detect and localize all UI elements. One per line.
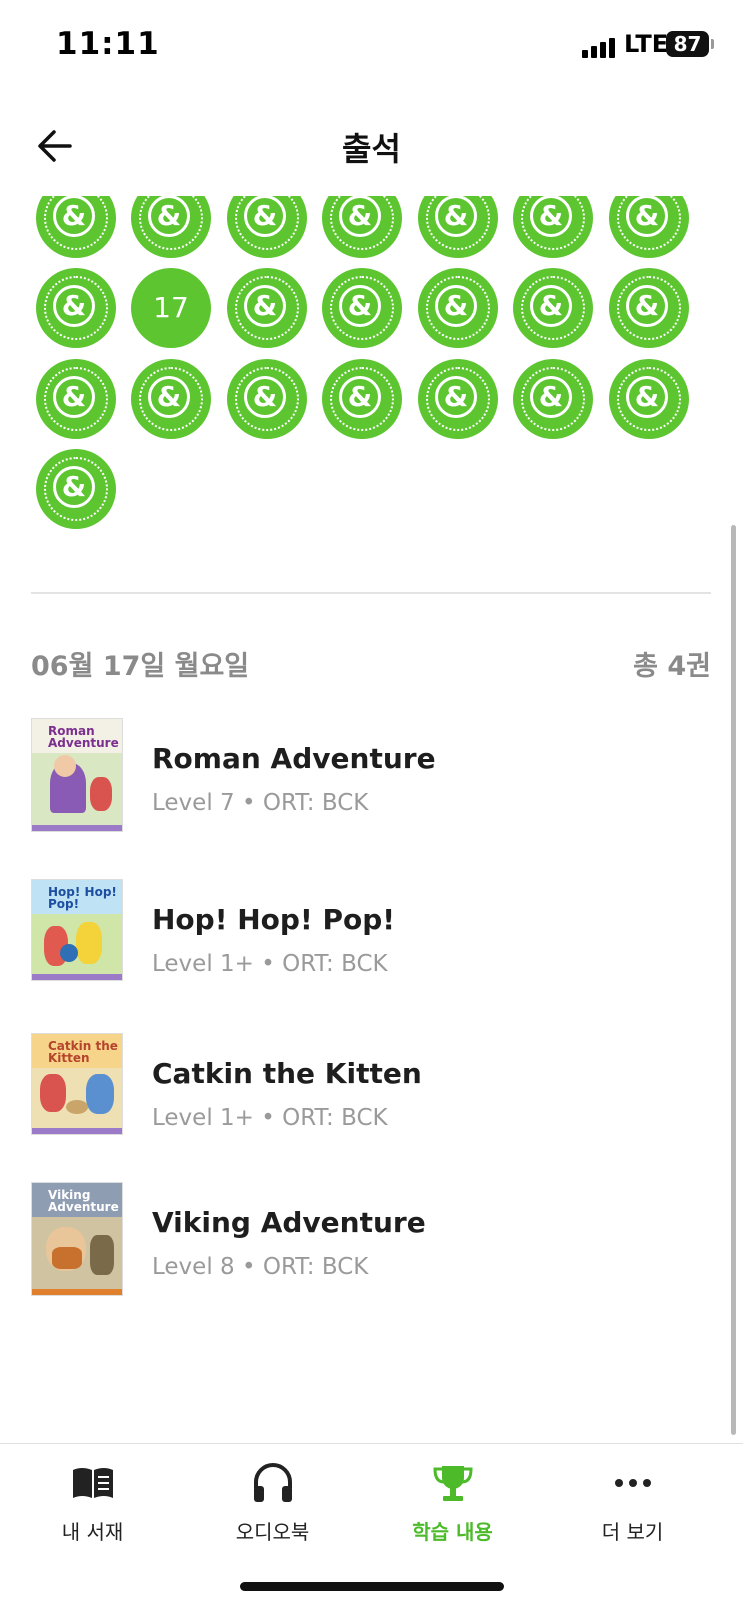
attendance-stamp-icon[interactable]: & [513,196,593,258]
battery-icon: 87 [666,31,709,57]
ampersand-glyph: & [626,285,668,327]
tab-library[interactable]: 내 서재 [0,1444,185,1554]
book-cover: Viking Adventure [31,1182,123,1296]
date-label: 06월 17일 월요일 [31,651,250,682]
attendance-stamp-icon[interactable]: & [418,196,498,258]
attendance-stamp-icon[interactable]: & [227,268,307,348]
ampersand-glyph: & [148,196,190,237]
cover-title: Roman Adventure [48,724,119,750]
attendance-stamp-icon[interactable]: & [36,268,116,348]
book-meta: Level 1+ • ORT: BCK [152,1105,388,1131]
book-item[interactable]: Roman Adventure Roman Adventure Level 7 … [31,718,711,838]
ampersand-glyph: & [339,376,381,418]
ampersand-glyph: & [530,196,572,237]
ampersand-glyph: & [435,285,477,327]
ampersand-glyph: & [435,196,477,237]
book-title: Viking Adventure [152,1206,426,1239]
book-title: Catkin the Kitten [152,1057,422,1090]
attendance-stamp-icon[interactable]: & [322,359,402,439]
book-item[interactable]: Catkin the Kitten Catkin the Kitten Leve… [31,1033,711,1153]
book-meta: Level 7 • ORT: BCK [152,790,369,816]
tab-learning[interactable]: 학습 내용 [360,1444,545,1554]
ampersand-glyph: & [435,376,477,418]
tab-label: 내 서재 [61,1520,124,1544]
attendance-stamp-icon[interactable]: & [36,449,116,529]
battery-tip [711,39,714,49]
book-cover: Catkin the Kitten [31,1033,123,1135]
attendance-stamp-icon[interactable]: & [36,359,116,439]
book-title: Roman Adventure [152,742,436,775]
header: 출석 [0,110,743,180]
attendance-stamp-icon[interactable]: & [322,196,402,258]
attendance-stamp-icon[interactable]: & [36,196,116,258]
page-title: 출석 [342,130,401,168]
day-number: 17 [153,291,189,324]
ampersand-glyph: & [53,376,95,418]
ampersand-glyph: & [244,285,286,327]
date-row: 06월 17일 월요일 총 4권 [31,644,711,684]
book-count: 총 4권 [633,651,711,682]
book-icon [70,1460,116,1506]
ampersand-glyph: & [339,285,381,327]
attendance-stamp-icon[interactable]: & [131,359,211,439]
book-cover: Roman Adventure [31,718,123,832]
network-label: LTE [624,30,669,58]
tab-label: 더 보기 [601,1520,664,1544]
attendance-stamp-icon[interactable]: & [513,359,593,439]
attendance-stamp-icon[interactable]: & [322,268,402,348]
attendance-stamp-icon[interactable]: & [609,359,689,439]
ampersand-glyph: & [148,376,190,418]
tab-more[interactable]: 더 보기 [540,1444,725,1554]
book-meta: Level 8 • ORT: BCK [152,1254,369,1280]
cover-title: Catkin the Kitten [48,1039,118,1065]
book-meta: Level 1+ • ORT: BCK [152,951,388,977]
ampersand-glyph: & [530,376,572,418]
book-item[interactable]: Hop! Hop! Pop! Hop! Hop! Pop! Level 1+ •… [31,879,711,999]
tab-label: 학습 내용 [412,1520,493,1544]
ampersand-glyph: & [244,376,286,418]
book-item[interactable]: Viking Adventure Viking Adventure Level … [31,1182,711,1302]
attendance-stamp-icon[interactable]: & [609,196,689,258]
more-icon [610,1460,656,1506]
divider [31,592,711,594]
cover-title: Hop! Hop! Pop! [48,885,117,911]
tab-audiobook[interactable]: 오디오북 [180,1444,365,1554]
headphones-icon [250,1460,296,1506]
signal-icon [582,36,618,58]
attendance-stamp-icon[interactable]: & [227,196,307,258]
status-time: 11:11 [56,26,160,62]
ampersand-glyph: & [244,196,286,237]
ampersand-glyph: & [530,285,572,327]
ampersand-glyph: & [626,376,668,418]
ampersand-glyph: & [53,285,95,327]
status-bar: 11:11 LTE 87 [0,0,743,90]
trophy-icon [430,1460,476,1506]
attendance-stamp-icon[interactable]: & [513,268,593,348]
scrollbar[interactable] [731,525,736,1435]
tab-label: 오디오북 [235,1520,310,1544]
book-cover: Hop! Hop! Pop! [31,879,123,981]
ampersand-glyph: & [626,196,668,237]
attendance-stamp-icon[interactable]: & [609,268,689,348]
attendance-grid: & & & & & & & & 17 & & & & & & & & & & & & & [0,196,743,556]
attendance-stamp-icon[interactable]: & [131,196,211,258]
ampersand-glyph: & [53,196,95,237]
cover-title: Viking Adventure [48,1188,119,1214]
attendance-stamp-icon[interactable]: & [418,268,498,348]
book-title: Hop! Hop! Pop! [152,903,396,936]
attendance-stamp-icon[interactable]: & [227,359,307,439]
attendance-day-current[interactable]: 17 [131,268,211,348]
ampersand-glyph: & [339,196,381,237]
home-indicator [240,1582,504,1591]
ampersand-glyph: & [53,466,95,508]
attendance-stamp-icon[interactable]: & [418,359,498,439]
